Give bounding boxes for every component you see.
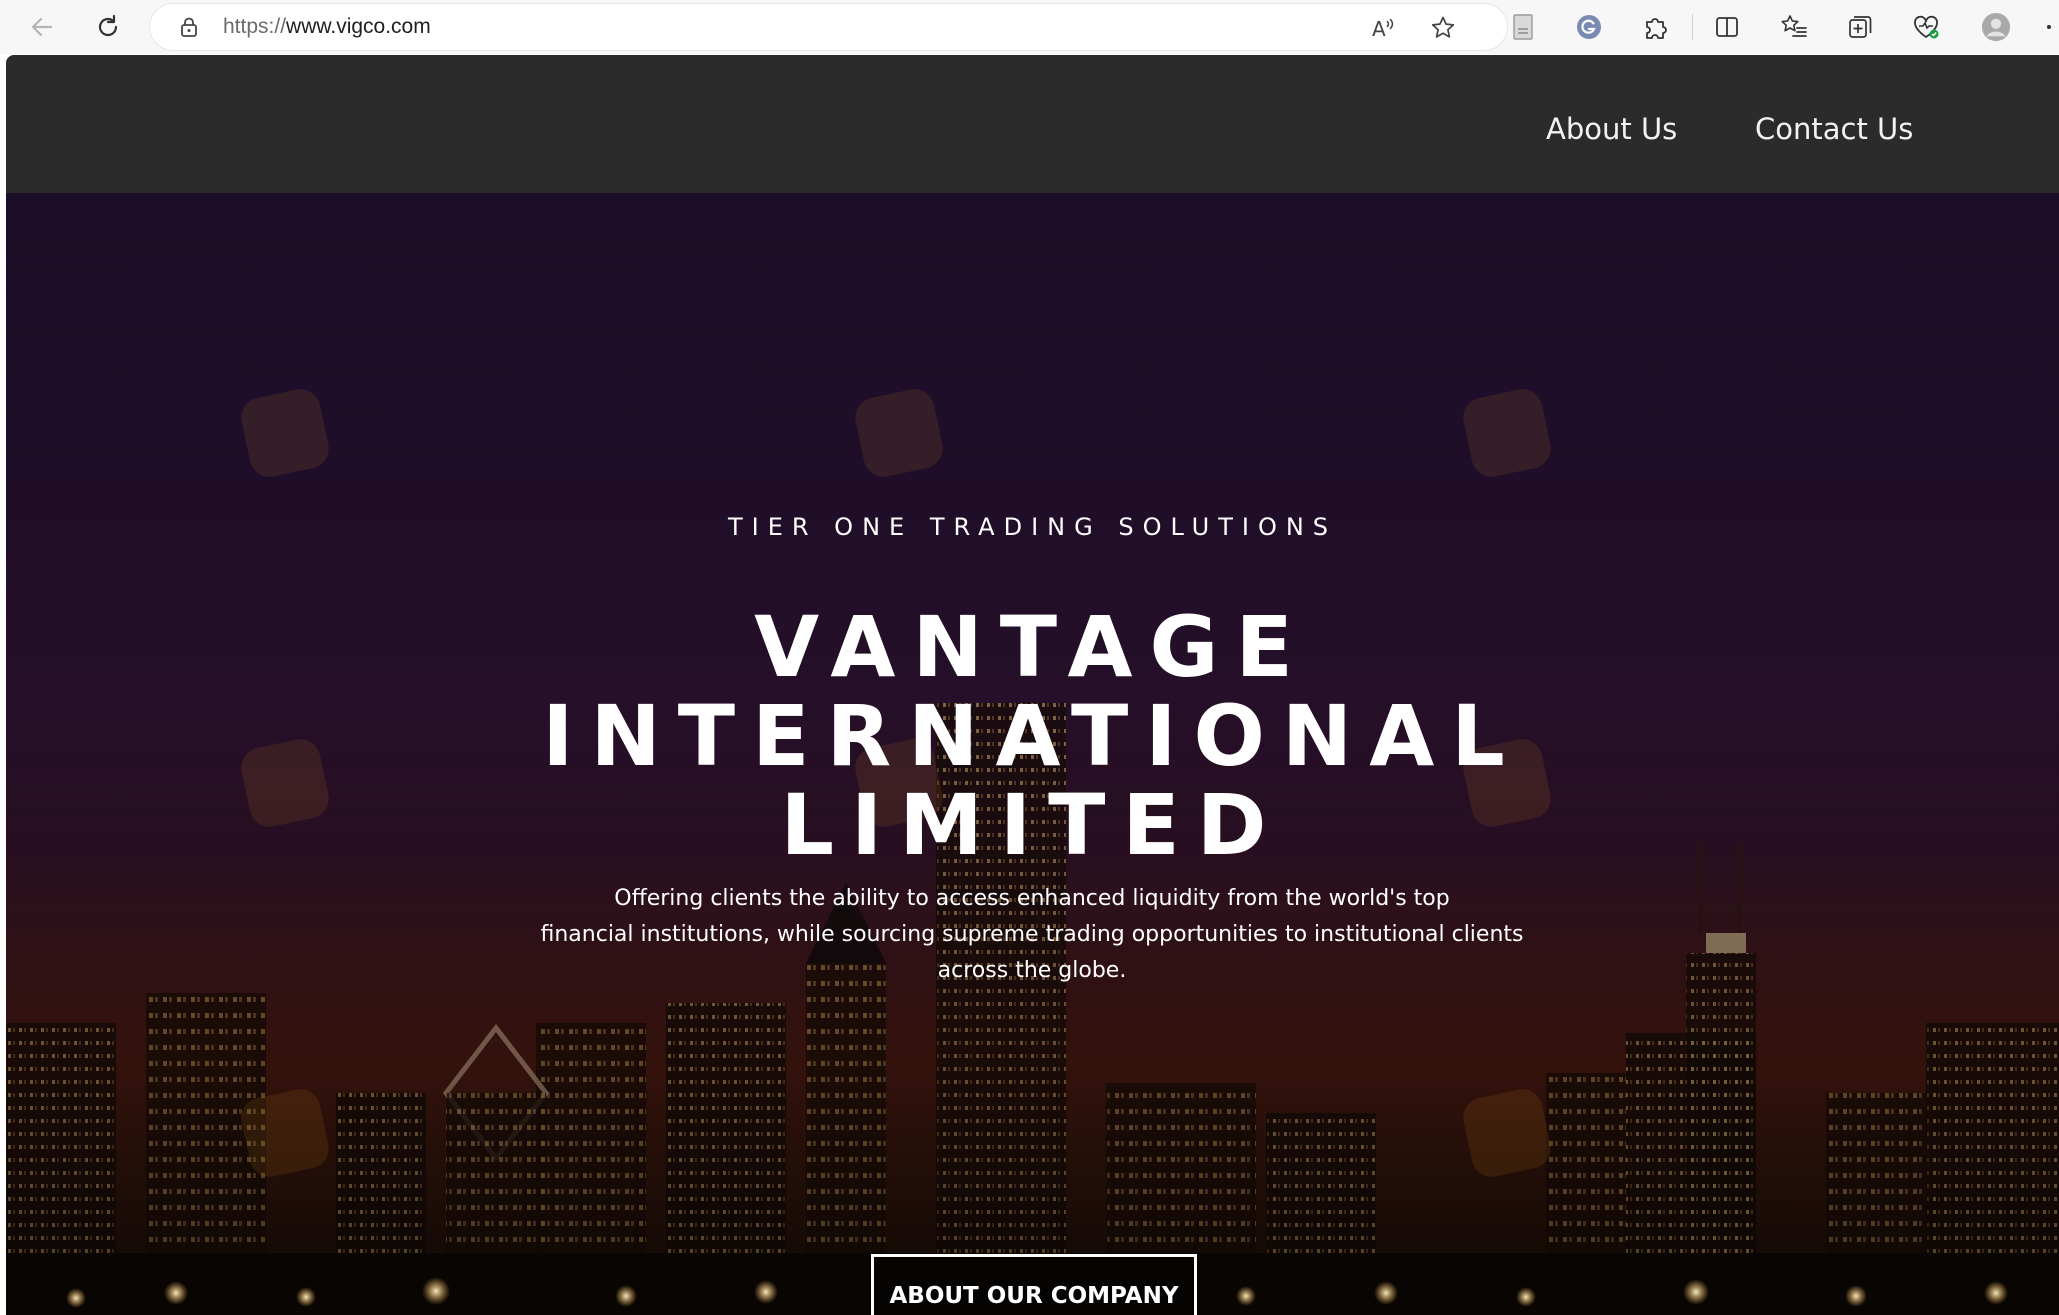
favorites-list-icon[interactable] — [1779, 12, 1809, 42]
toolbar-separator — [1692, 14, 1693, 40]
site-header: About Us Contact Us — [6, 55, 2059, 193]
puzzle-icon[interactable] — [1640, 12, 1670, 42]
back-arrow-icon[interactable] — [24, 9, 60, 45]
nav-contact-us[interactable]: Contact Us — [1755, 112, 1913, 146]
hero-content: TIER ONE TRADING SOLUTIONS VANTAGE INTER… — [6, 193, 2059, 1315]
read-aloud-icon[interactable]: A — [1370, 15, 1396, 41]
nav-about-us[interactable]: About Us — [1546, 112, 1677, 146]
hero-title-line: VANTAGE — [754, 598, 1310, 696]
svg-text:A: A — [1372, 17, 1386, 41]
split-screen-icon[interactable] — [1712, 12, 1742, 42]
url-host: www.vigco.com — [286, 15, 431, 38]
hero-description-line: financial institutions, while sourcing s… — [540, 922, 1524, 947]
browser-toolbar: https://www.vigco.com A — [0, 0, 2059, 54]
hero-description-line: across the globe. — [937, 958, 1127, 983]
address-bar[interactable]: https://www.vigco.com A — [150, 4, 1507, 50]
hero-title: VANTAGE INTERNATIONAL LIMITED — [332, 603, 1732, 870]
reload-icon[interactable] — [90, 9, 126, 45]
lock-icon[interactable] — [178, 16, 200, 38]
url-scheme: https:// — [223, 15, 287, 38]
hero-description: Offering clients the ability to access e… — [492, 881, 1572, 989]
hero-tagline: TIER ONE TRADING SOLUTIONS — [727, 513, 1338, 541]
hero-description-line: Offering clients the ability to access e… — [614, 886, 1450, 911]
browser-essentials-icon[interactable] — [1911, 12, 1941, 42]
hero-title-line: INTERNATIONAL — [542, 687, 1522, 785]
star-icon[interactable] — [1430, 15, 1456, 41]
web-page: About Us Contact Us TIER ONE TRADING SOL… — [6, 55, 2059, 1315]
grammarly-icon[interactable] — [1574, 12, 1604, 42]
hero-title-line: LIMITED — [780, 776, 1284, 874]
more-menu-icon[interactable] — [2042, 12, 2056, 42]
about-our-company-button[interactable]: ABOUT OUR COMPANY — [871, 1254, 1197, 1315]
profile-avatar-icon[interactable] — [1981, 12, 2011, 42]
collections-icon[interactable] — [1845, 12, 1875, 42]
url-text[interactable]: https://www.vigco.com — [223, 15, 431, 39]
cta-button-label: ABOUT OUR COMPANY — [889, 1283, 1179, 1309]
hero-section: TIER ONE TRADING SOLUTIONS VANTAGE INTER… — [6, 193, 2059, 1315]
reader-view-icon[interactable] — [1508, 12, 1538, 42]
